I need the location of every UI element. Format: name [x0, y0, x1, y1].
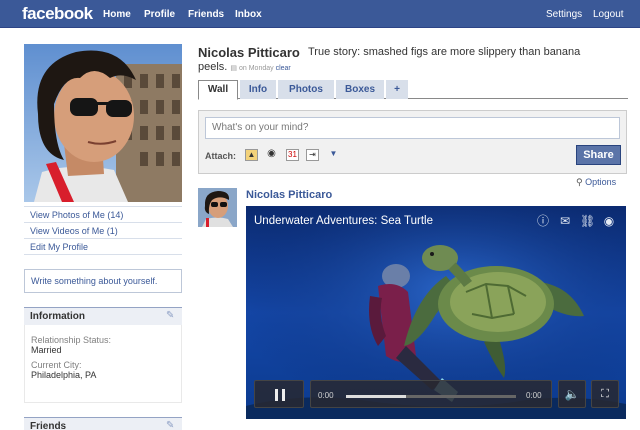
nav-inbox[interactable]: Inbox	[235, 9, 262, 20]
pause-button[interactable]	[254, 380, 304, 408]
tab-info[interactable]: Info	[240, 80, 276, 99]
video-title: Underwater Adventures: Sea Turtle	[254, 215, 433, 227]
edit-pencil-icon[interactable]: ✎	[166, 421, 176, 430]
view-videos-link[interactable]: View Videos of Me (1)	[24, 223, 182, 239]
profile-tabs: Wall Info Photos Boxes +	[198, 80, 628, 100]
publisher-box: What's on your mind? Attach: ▲ ◉ 31 ⇥ ▼ …	[198, 110, 627, 174]
video-player[interactable]: Underwater Adventures: Sea Turtle ⓘ ✉ ⛓ …	[246, 206, 626, 419]
information-title: Information	[30, 311, 85, 322]
share-button[interactable]: Share	[576, 145, 621, 165]
status-text-end: peels.	[198, 61, 228, 73]
scrubber-bar[interactable]	[310, 380, 552, 408]
end-time: 0:00	[526, 391, 542, 400]
left-sidebar: View Photos of Me (14) View Videos of Me…	[24, 44, 182, 430]
profile-name: Nicolas Pitticaro	[198, 45, 300, 60]
tab-add[interactable]: +	[386, 80, 408, 99]
information-section-header: Information ✎	[24, 307, 182, 325]
story-author-name[interactable]: Nicolas Pitticaro	[246, 189, 332, 201]
embed-icon[interactable]: ◉	[602, 214, 616, 228]
friends-section-header: Friends ✎	[24, 417, 182, 430]
event-attach-icon[interactable]: 31	[286, 149, 299, 161]
friends-title: Friends	[30, 421, 67, 430]
pause-icon	[275, 389, 285, 401]
nav-friends[interactable]: Friends	[188, 9, 224, 20]
speaker-icon: 🔈	[564, 387, 580, 401]
tab-boxes[interactable]: Boxes	[336, 80, 384, 99]
info-icon[interactable]: ⓘ	[536, 214, 550, 228]
status-meta: ▤ on Monday clear	[230, 65, 290, 72]
status-input[interactable]: What's on your mind?	[205, 117, 620, 139]
current-city-value: Philadelphia, PA	[31, 370, 97, 380]
relationship-value: Married	[31, 345, 62, 355]
nav-logout[interactable]: Logout	[593, 9, 624, 20]
photo-attach-icon[interactable]: ▲	[245, 149, 258, 161]
mobile-icon: ▤	[230, 65, 238, 72]
tab-photos[interactable]: Photos	[278, 80, 334, 99]
tab-wall[interactable]: Wall	[198, 80, 238, 100]
author-avatar[interactable]	[198, 188, 237, 227]
view-photos-link[interactable]: View Photos of Me (14)	[24, 207, 182, 223]
video-attach-icon[interactable]: ◉	[265, 149, 278, 161]
more-attach-chevron-icon[interactable]: ▼	[327, 149, 340, 161]
edit-profile-link[interactable]: Edit My Profile	[24, 239, 182, 255]
current-city-label: Current City:	[31, 360, 82, 370]
facebook-logo[interactable]: facebook	[22, 4, 93, 24]
status-continuation: peels. ▤ on Monday clear	[198, 61, 291, 73]
status-clear-link[interactable]: clear	[276, 65, 291, 72]
write-about-yourself-box[interactable]: Write something about yourself.	[24, 269, 182, 293]
link-attach-icon[interactable]: ⇥	[306, 149, 319, 161]
profile-links: View Photos of Me (14) View Videos of Me…	[24, 206, 182, 255]
volume-button[interactable]: 🔈	[558, 380, 586, 408]
progress-fill	[346, 395, 406, 398]
current-time: 0:00	[318, 391, 334, 400]
status-time: on Monday	[239, 65, 274, 72]
edit-pencil-icon[interactable]: ✎	[166, 311, 176, 321]
email-icon[interactable]: ✉	[558, 214, 572, 228]
status-text: True story: smashed figs are more slippe…	[308, 46, 581, 58]
magnifier-icon: ⚲	[576, 177, 583, 187]
progress-track[interactable]	[346, 395, 516, 398]
link-icon[interactable]: ⛓	[580, 214, 595, 228]
fullscreen-button[interactable]: ⛶	[591, 380, 619, 408]
profile-picture[interactable]	[24, 44, 182, 202]
information-section-body: Relationship Status: Married Current Cit…	[24, 325, 182, 403]
nav-home[interactable]: Home	[103, 9, 131, 20]
top-navigation-bar: facebook Home Profile Friends Inbox Sett…	[0, 0, 640, 28]
nav-settings[interactable]: Settings	[546, 9, 582, 20]
attach-label: Attach:	[205, 151, 236, 161]
relationship-label: Relationship Status:	[31, 335, 112, 345]
options-label: Options	[585, 177, 617, 187]
fullscreen-icon: ⛶	[601, 388, 609, 400]
nav-profile[interactable]: Profile	[144, 9, 175, 20]
options-link[interactable]: ⚲ Options	[576, 177, 616, 188]
